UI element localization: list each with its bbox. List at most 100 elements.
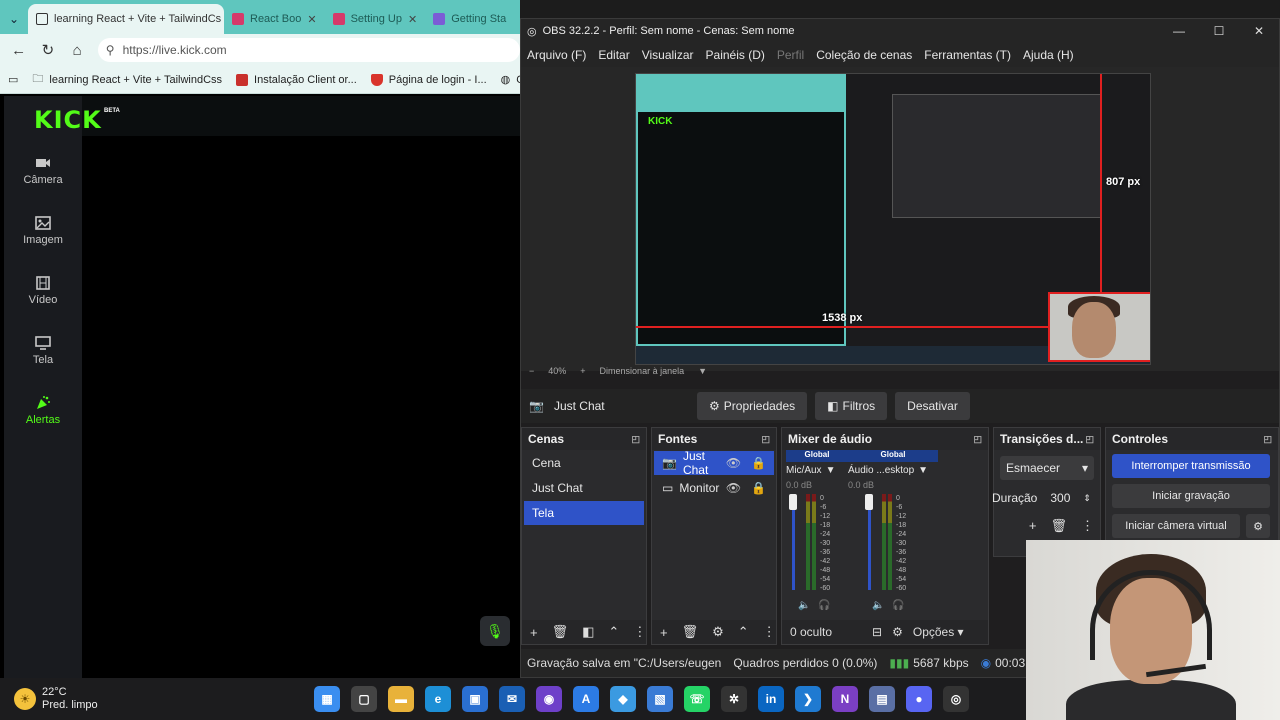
dock-float-icon[interactable]: ◰	[973, 434, 982, 445]
menu-scene-collection[interactable]: Coleção de cenas	[816, 48, 912, 62]
filter-icon[interactable]: ◧	[582, 624, 594, 640]
fader-knob[interactable]	[865, 494, 873, 510]
fader-knob[interactable]	[789, 494, 797, 510]
address-bar[interactable]: ⚲ https://live.kick.com	[97, 38, 521, 62]
source-item-selected[interactable]: 📷 Just Chat 👁 🔒	[654, 449, 774, 477]
menu-profile[interactable]: Perfil	[777, 48, 804, 62]
bookmark-item[interactable]: ◍ Co	[501, 73, 520, 87]
menu-edit[interactable]: Editar	[598, 48, 629, 62]
mute-speaker-icon[interactable]: 🔈	[872, 600, 884, 611]
start-recording-button[interactable]: Iniciar gravação	[1112, 484, 1270, 508]
weather-widget[interactable]: ☀ 22°C Pred. limpo	[0, 686, 300, 712]
close-icon[interactable]: ✕	[1239, 24, 1279, 38]
trash-icon[interactable]: 🗑	[552, 624, 569, 640]
site-info-icon[interactable]: ⚲	[106, 43, 115, 57]
lock-icon[interactable]: 🔒	[751, 481, 766, 495]
browser-tab[interactable]: React Boo ✕	[224, 4, 325, 34]
filters-button[interactable]: ◧ Filtros	[815, 392, 888, 420]
add-icon[interactable]: +	[530, 625, 538, 640]
close-tab-icon[interactable]: ✕	[408, 13, 417, 26]
maximize-icon[interactable]: ☐	[1199, 24, 1239, 38]
minimize-icon[interactable]: —	[1159, 24, 1199, 38]
close-tab-icon[interactable]: ✕	[307, 13, 316, 26]
browser-tab-active[interactable]: learning React + Vite + TailwindCs ✕	[28, 4, 224, 34]
kick-logo[interactable]: KICK	[34, 106, 102, 134]
microphone-button[interactable]: 🎙	[480, 616, 510, 646]
sidebar-item-screen[interactable]: Tela	[4, 336, 82, 366]
store-icon[interactable]: ▣	[462, 686, 488, 712]
sidebar-item-video[interactable]: Vídeo	[4, 276, 82, 306]
reading-list-icon[interactable]: ▭	[8, 73, 18, 86]
dock-float-icon[interactable]: ◰	[761, 434, 770, 445]
stepper-icon[interactable]: ⇕	[1083, 493, 1091, 504]
stop-streaming-button[interactable]: Interromper transmissão	[1112, 454, 1270, 478]
zoom-dropdown-icon[interactable]: ▼	[698, 366, 707, 376]
bookmark-item[interactable]: 🗀 learning React + Vite + TailwindCss	[32, 70, 222, 89]
trash-icon[interactable]: 🗑	[682, 624, 699, 640]
properties-button[interactable]: ⚙ Propriedades	[697, 392, 808, 420]
trash-icon[interactable]: 🗑	[1050, 518, 1067, 534]
browser-tab[interactable]: Getting Sta	[425, 4, 514, 34]
menu-docks[interactable]: Painéis (D)	[706, 48, 765, 62]
more-icon[interactable]: ⋮	[633, 624, 646, 640]
chatgpt-icon[interactable]: ✲	[721, 686, 747, 712]
chevron-up-icon[interactable]: ⌃	[738, 624, 749, 640]
file-explorer-icon[interactable]: ▬	[388, 686, 414, 712]
lock-icon[interactable]: 🔒	[751, 456, 766, 470]
add-icon[interactable]: +	[1029, 518, 1037, 534]
eye-icon[interactable]: 👁	[726, 481, 741, 495]
eye-icon[interactable]: 👁	[726, 456, 741, 470]
dock-float-icon[interactable]: ◰	[1263, 434, 1272, 445]
outlook-icon[interactable]: ✉	[499, 686, 525, 712]
zoom-out-icon[interactable]: −	[529, 366, 534, 376]
more-icon[interactable]: ⋮	[1081, 518, 1094, 534]
duration-input[interactable]: 300	[1043, 486, 1078, 510]
zoom-in-icon[interactable]: +	[580, 366, 585, 376]
whatsapp-icon[interactable]: ☏	[684, 686, 710, 712]
menu-tools[interactable]: Ferramentas (T)	[924, 48, 1011, 62]
more-icon[interactable]: ⋮	[763, 624, 776, 640]
sidebar-item-alerts[interactable]: Alertas	[4, 396, 82, 426]
monitor-headphones-icon[interactable]: 🎧	[818, 600, 830, 611]
visual-studio-icon[interactable]: N	[832, 686, 858, 712]
scene-item[interactable]: Cena	[524, 451, 644, 475]
deactivate-button[interactable]: Desativar	[895, 392, 970, 420]
files-icon[interactable]: ▤	[869, 686, 895, 712]
linkedin-icon[interactable]: in	[758, 686, 784, 712]
gear-icon[interactable]: ⚙	[712, 624, 724, 640]
task-view-icon[interactable]: ▢	[351, 686, 377, 712]
discord-icon[interactable]: ●	[906, 686, 932, 712]
transition-select[interactable]: Esmaecer ▾	[1000, 456, 1094, 480]
zoom-mode[interactable]: Dimensionar à janela	[600, 366, 685, 376]
menu-view[interactable]: Visualizar	[642, 48, 694, 62]
selected-webcam-source[interactable]	[1048, 292, 1150, 362]
obs-icon[interactable]: ◎	[943, 686, 969, 712]
program-preview[interactable]: KICK 1538 px 807 px	[635, 73, 1151, 365]
virtual-camera-settings-button[interactable]: ⚙	[1246, 514, 1270, 538]
photos-icon[interactable]: ▧	[647, 686, 673, 712]
dock-float-icon[interactable]: ◰	[1085, 434, 1094, 445]
source-item[interactable]: ▭ Monitor 👁 🔒	[654, 476, 774, 500]
chevron-up-icon[interactable]: ⌃	[608, 624, 619, 640]
sidebar-item-camera[interactable]: Câmera	[4, 156, 82, 186]
layout-toggle-icon[interactable]: ⊟	[872, 625, 882, 639]
monitor-headphones-icon[interactable]: 🎧	[892, 600, 904, 611]
tab-list-chevron-icon[interactable]: ⌄	[0, 4, 28, 34]
browser-tab[interactable]: Setting Up ✕	[325, 4, 426, 34]
sidebar-item-image[interactable]: Imagem	[4, 216, 82, 246]
reload-icon[interactable]: ↻	[39, 41, 56, 59]
start-virtual-camera-button[interactable]: Iniciar câmera virtual	[1112, 514, 1240, 538]
scene-item-selected[interactable]: Tela	[524, 501, 644, 525]
bird-icon[interactable]: ◆	[610, 686, 636, 712]
advanced-audio-icon[interactable]: ⚙	[892, 625, 903, 639]
menu-file[interactable]: Arquivo (F)	[527, 48, 586, 62]
windows-start-icon[interactable]: ▦	[314, 686, 340, 712]
mute-speaker-icon[interactable]: 🔈	[798, 600, 810, 611]
vscode-icon[interactable]: ❯	[795, 686, 821, 712]
edge-icon[interactable]: e	[425, 686, 451, 712]
add-icon[interactable]: +	[660, 625, 668, 640]
channel-menu-icon[interactable]: ▼	[826, 465, 836, 476]
back-arrow-icon[interactable]: ←	[10, 42, 27, 59]
channel-menu-icon[interactable]: ▼	[918, 465, 928, 476]
github-icon[interactable]: ◉	[536, 686, 562, 712]
